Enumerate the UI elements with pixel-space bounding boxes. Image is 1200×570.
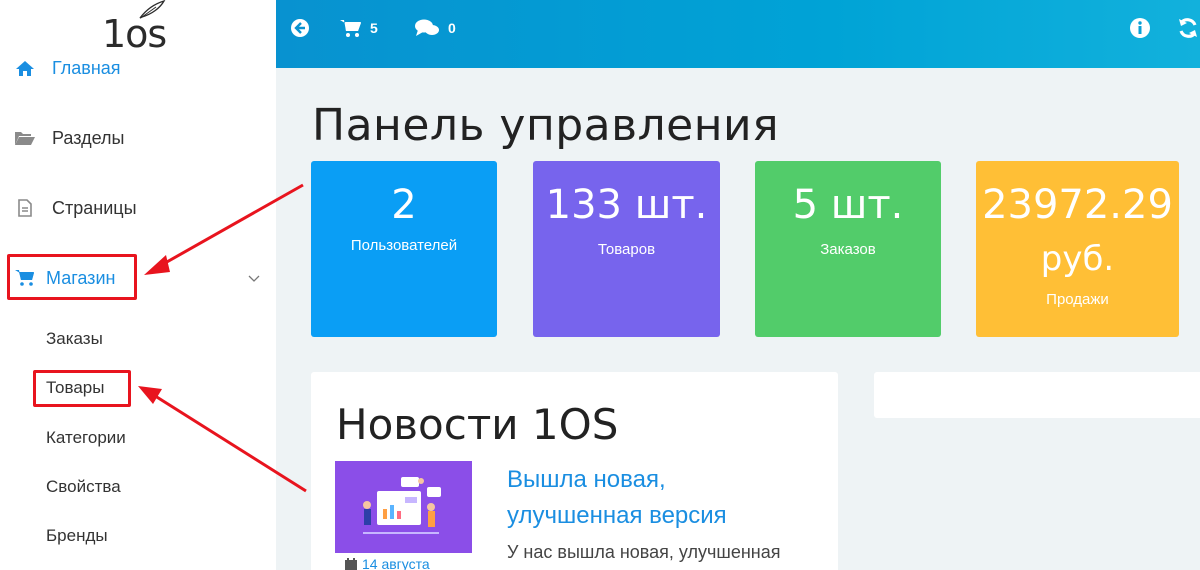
sidebar-subitem-orders[interactable]: Заказы xyxy=(46,326,103,352)
annotation-box-goods xyxy=(33,370,131,407)
refresh-button[interactable] xyxy=(1176,16,1200,40)
sidebar-subitem-brands[interactable]: Бренды xyxy=(46,523,108,549)
news-title: Новости 1OS xyxy=(336,400,619,449)
comments-button[interactable]: 0 xyxy=(414,16,456,40)
stat-value: 2 xyxy=(391,182,417,228)
sidebar-item-label: Главная xyxy=(52,57,121,78)
sidebar: 1os Главная Разделы Страницы Магазин Зак… xyxy=(0,0,276,570)
stat-label: Заказов xyxy=(820,241,876,258)
news-item-excerpt: У нас вышла новая, улучшенная xyxy=(507,542,781,562)
news-item-link[interactable]: Вышла новая, улучшенная версия xyxy=(507,462,807,534)
info-button[interactable] xyxy=(1129,16,1151,40)
stat-card-orders[interactable]: 5 шт. Заказов xyxy=(755,161,941,337)
chevron-down-icon[interactable] xyxy=(246,272,262,286)
home-icon xyxy=(14,58,36,78)
sidebar-item-home[interactable]: Главная xyxy=(0,48,276,88)
sidebar-item-sections[interactable]: Разделы xyxy=(0,118,276,158)
stat-value: 23972.29 xyxy=(982,182,1173,228)
stat-card-sales[interactable]: 23972.29 руб. Продажи xyxy=(976,161,1179,337)
cart-icon xyxy=(340,20,361,37)
stat-value: 133 шт. xyxy=(545,182,708,228)
page-title: Панель управления xyxy=(312,100,780,151)
stat-card-goods[interactable]: 133 шт. Товаров xyxy=(533,161,720,337)
back-button[interactable] xyxy=(290,16,310,40)
calendar-icon xyxy=(345,558,357,570)
comments-icon xyxy=(415,19,439,36)
stat-label: Товаров xyxy=(597,241,656,258)
refresh-icon xyxy=(1179,18,1197,38)
cart-button[interactable]: 5 xyxy=(340,16,378,40)
info-icon xyxy=(1130,18,1150,38)
stat-label: Продажи xyxy=(1046,291,1109,308)
stat-card-users[interactable]: 2 Пользователей xyxy=(311,161,497,337)
arrow-left-circle-icon xyxy=(291,19,309,37)
comments-count: 0 xyxy=(448,20,456,36)
news-date: 14 августа xyxy=(344,556,430,570)
annotation-box-shop xyxy=(7,254,137,300)
file-icon xyxy=(14,198,36,218)
news-date-text: 14 августа xyxy=(362,556,430,570)
cart-count: 5 xyxy=(370,20,378,36)
folder-open-icon xyxy=(14,128,36,148)
stat-unit: руб. xyxy=(1040,239,1115,279)
news-image[interactable] xyxy=(335,461,472,553)
sidebar-item-label: Страницы xyxy=(52,197,137,218)
stat-value: 5 шт. xyxy=(792,182,904,228)
stat-label: Пользователей xyxy=(350,237,458,254)
topbar: 5 0 xyxy=(276,0,1200,68)
sidebar-item-label: Разделы xyxy=(52,127,125,148)
sidebar-item-pages[interactable]: Страницы xyxy=(0,188,276,228)
sidebar-subitem-categories[interactable]: Категории xyxy=(46,425,126,451)
side-card xyxy=(874,372,1200,418)
sidebar-subitem-properties[interactable]: Свойства xyxy=(46,474,121,500)
news-illustration xyxy=(335,461,472,553)
